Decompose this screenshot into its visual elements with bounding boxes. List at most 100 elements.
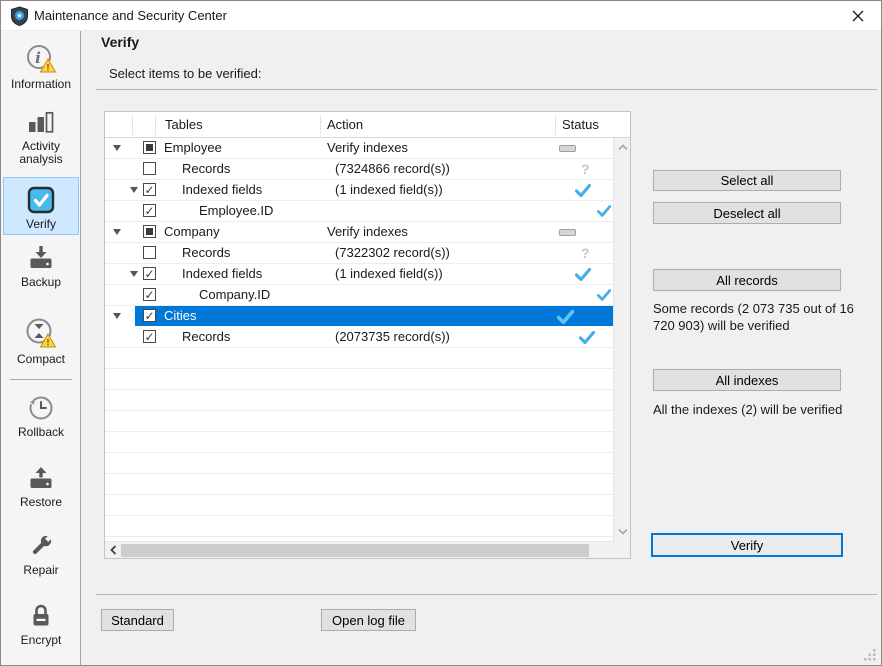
table-row[interactable]: Company.ID bbox=[105, 285, 613, 306]
sidebar-item-label: Information bbox=[3, 78, 79, 91]
header-separator bbox=[132, 115, 133, 135]
scroll-left-icon[interactable] bbox=[110, 545, 117, 555]
table-cell-action: (2073735 record(s)) bbox=[335, 327, 450, 347]
status-check-icon bbox=[597, 205, 611, 217]
sidebar-item-backup[interactable]: Backup bbox=[3, 243, 79, 289]
status-pending-icon bbox=[559, 229, 576, 236]
row-checkbox[interactable] bbox=[143, 246, 156, 259]
selection-highlight bbox=[135, 306, 613, 326]
empty-rows-area bbox=[105, 348, 613, 541]
table-cell-action: Verify indexes bbox=[327, 138, 408, 158]
table-cell-action: Verify indexes bbox=[327, 222, 408, 242]
sidebar-item-encrypt[interactable]: Encrypt bbox=[3, 601, 79, 647]
table-cell-name: Records bbox=[182, 327, 230, 347]
deselect-all-button[interactable]: Deselect all bbox=[653, 202, 841, 224]
table-cell-name: Cities bbox=[164, 306, 197, 326]
sidebar-item-label: Compact bbox=[3, 353, 79, 366]
table-cell-name: Indexed fields bbox=[182, 264, 262, 284]
header-separator bbox=[155, 115, 156, 135]
table-row[interactable]: Records (7322302 record(s)) ? bbox=[105, 243, 613, 264]
collapse-triangle-icon[interactable] bbox=[130, 271, 138, 277]
bottom-divider bbox=[96, 594, 877, 595]
row-checkbox[interactable] bbox=[143, 288, 156, 301]
top-divider bbox=[96, 89, 877, 90]
column-header-tables[interactable]: Tables bbox=[165, 112, 203, 137]
row-checkbox[interactable] bbox=[143, 162, 156, 175]
table-row[interactable]: Company Verify indexes bbox=[105, 222, 613, 243]
collapse-triangle-icon[interactable] bbox=[113, 145, 121, 151]
verify-tree-table: Tables Action Status Employee Verify ind… bbox=[104, 111, 631, 559]
information-icon: i ! bbox=[24, 43, 58, 75]
sidebar-item-compact[interactable]: ! Compact bbox=[3, 316, 79, 366]
compact-icon: ! bbox=[24, 316, 58, 350]
table-row[interactable]: Records (2073735 record(s)) bbox=[105, 327, 613, 348]
table-cell-name: Employee bbox=[164, 138, 222, 158]
status-question-icon: ? bbox=[581, 243, 590, 263]
row-checkbox[interactable] bbox=[143, 330, 156, 343]
table-row-selected[interactable]: Cities bbox=[105, 306, 613, 327]
sidebar-item-activity-analysis[interactable]: Activity analysis bbox=[3, 109, 79, 166]
activity-analysis-icon bbox=[26, 109, 56, 137]
backup-icon bbox=[26, 243, 56, 273]
header-separator bbox=[555, 115, 556, 135]
row-checkbox[interactable] bbox=[143, 141, 156, 154]
column-header-action[interactable]: Action bbox=[327, 112, 363, 137]
header-separator bbox=[320, 115, 321, 135]
table-row[interactable]: Records (7324866 record(s)) ? bbox=[105, 159, 613, 180]
scrollbar-thumb[interactable] bbox=[121, 544, 589, 557]
status-check-icon bbox=[579, 331, 595, 344]
row-checkbox[interactable] bbox=[143, 309, 156, 322]
row-checkbox[interactable] bbox=[143, 225, 156, 238]
scroll-down-icon[interactable] bbox=[618, 528, 628, 535]
sidebar-item-label: Restore bbox=[3, 496, 79, 509]
sidebar-item-label: Encrypt bbox=[3, 634, 79, 647]
status-question-icon: ? bbox=[581, 159, 590, 179]
select-all-button[interactable]: Select all bbox=[653, 170, 841, 191]
standard-mode-button[interactable]: Standard bbox=[101, 609, 174, 631]
all-indexes-button[interactable]: All indexes bbox=[653, 369, 841, 391]
resize-grip-icon[interactable] bbox=[863, 648, 876, 661]
row-checkbox[interactable] bbox=[143, 204, 156, 217]
row-checkbox[interactable] bbox=[143, 183, 156, 196]
encrypt-icon bbox=[26, 601, 56, 631]
table-body: Employee Verify indexes Records (7324866… bbox=[105, 138, 613, 541]
page-subtitle: Select items to be verified: bbox=[109, 66, 261, 81]
verify-button[interactable]: Verify bbox=[651, 533, 843, 557]
row-checkbox[interactable] bbox=[143, 267, 156, 280]
table-cell-name: Company bbox=[164, 222, 220, 242]
status-check-icon bbox=[575, 184, 591, 197]
indexes-info-text: All the indexes (2) will be verified bbox=[653, 402, 873, 417]
sidebar-item-rollback[interactable]: Rollback bbox=[3, 393, 79, 439]
all-records-button[interactable]: All records bbox=[653, 269, 841, 291]
sidebar-item-information[interactable]: i ! Information bbox=[3, 43, 79, 91]
status-pending-icon bbox=[559, 145, 576, 152]
table-header: Tables Action Status bbox=[105, 112, 630, 138]
sidebar-item-label: Backup bbox=[3, 276, 79, 289]
status-check-icon bbox=[597, 289, 611, 301]
records-info-text: Some records (2 073 735 out of 16 720 90… bbox=[653, 300, 869, 334]
table-row[interactable]: Employee.ID bbox=[105, 201, 613, 222]
open-log-file-button[interactable]: Open log file bbox=[321, 609, 416, 631]
scroll-up-icon[interactable] bbox=[618, 144, 628, 151]
svg-text:!: ! bbox=[47, 63, 50, 73]
collapse-triangle-icon[interactable] bbox=[113, 229, 121, 235]
table-row[interactable]: Employee Verify indexes bbox=[105, 138, 613, 159]
table-row[interactable]: Indexed fields (1 indexed field(s)) bbox=[105, 264, 613, 285]
horizontal-scrollbar bbox=[105, 541, 630, 558]
sidebar-item-verify[interactable]: Verify bbox=[3, 177, 79, 235]
sidebar-item-restore[interactable]: Restore bbox=[3, 463, 79, 509]
table-cell-name: Company.ID bbox=[199, 285, 270, 305]
sidebar-item-label: Verify bbox=[4, 218, 78, 231]
scrollbar-corner bbox=[613, 541, 630, 558]
rollback-icon bbox=[26, 393, 56, 423]
sidebar: i ! Information Activity analysis Verify bbox=[1, 31, 81, 666]
sidebar-item-label: Rollback bbox=[3, 426, 79, 439]
sidebar-item-label: Repair bbox=[3, 564, 79, 577]
sidebar-item-repair[interactable]: Repair bbox=[3, 531, 79, 577]
column-header-status[interactable]: Status bbox=[562, 112, 599, 137]
close-button[interactable] bbox=[843, 4, 873, 28]
table-row[interactable]: Indexed fields (1 indexed field(s)) bbox=[105, 180, 613, 201]
collapse-triangle-icon[interactable] bbox=[113, 313, 121, 319]
collapse-triangle-icon[interactable] bbox=[130, 187, 138, 193]
repair-icon bbox=[26, 531, 56, 561]
